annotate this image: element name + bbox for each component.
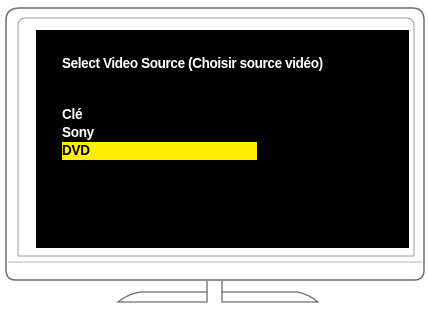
menu-title: Select Video Source (Choisir source vidé… (62, 55, 323, 72)
source-option-cle[interactable]: Clé (62, 106, 257, 124)
video-source-list: Clé Sony DVD (62, 106, 257, 160)
source-option-label: DVD (62, 142, 90, 159)
source-option-sony[interactable]: Sony (62, 124, 257, 142)
tv-screen: Select Video Source (Choisir source vidé… (36, 30, 409, 248)
source-option-label: Sony (62, 124, 94, 141)
tv-illustration: Select Video Source (Choisir source vidé… (0, 0, 428, 309)
tv-stand-neck (206, 281, 223, 292)
source-option-label: Clé (62, 106, 83, 123)
source-option-dvd[interactable]: DVD (62, 142, 257, 160)
tv-stand-base-right (221, 291, 320, 303)
tv-stand-base-left (116, 291, 208, 303)
